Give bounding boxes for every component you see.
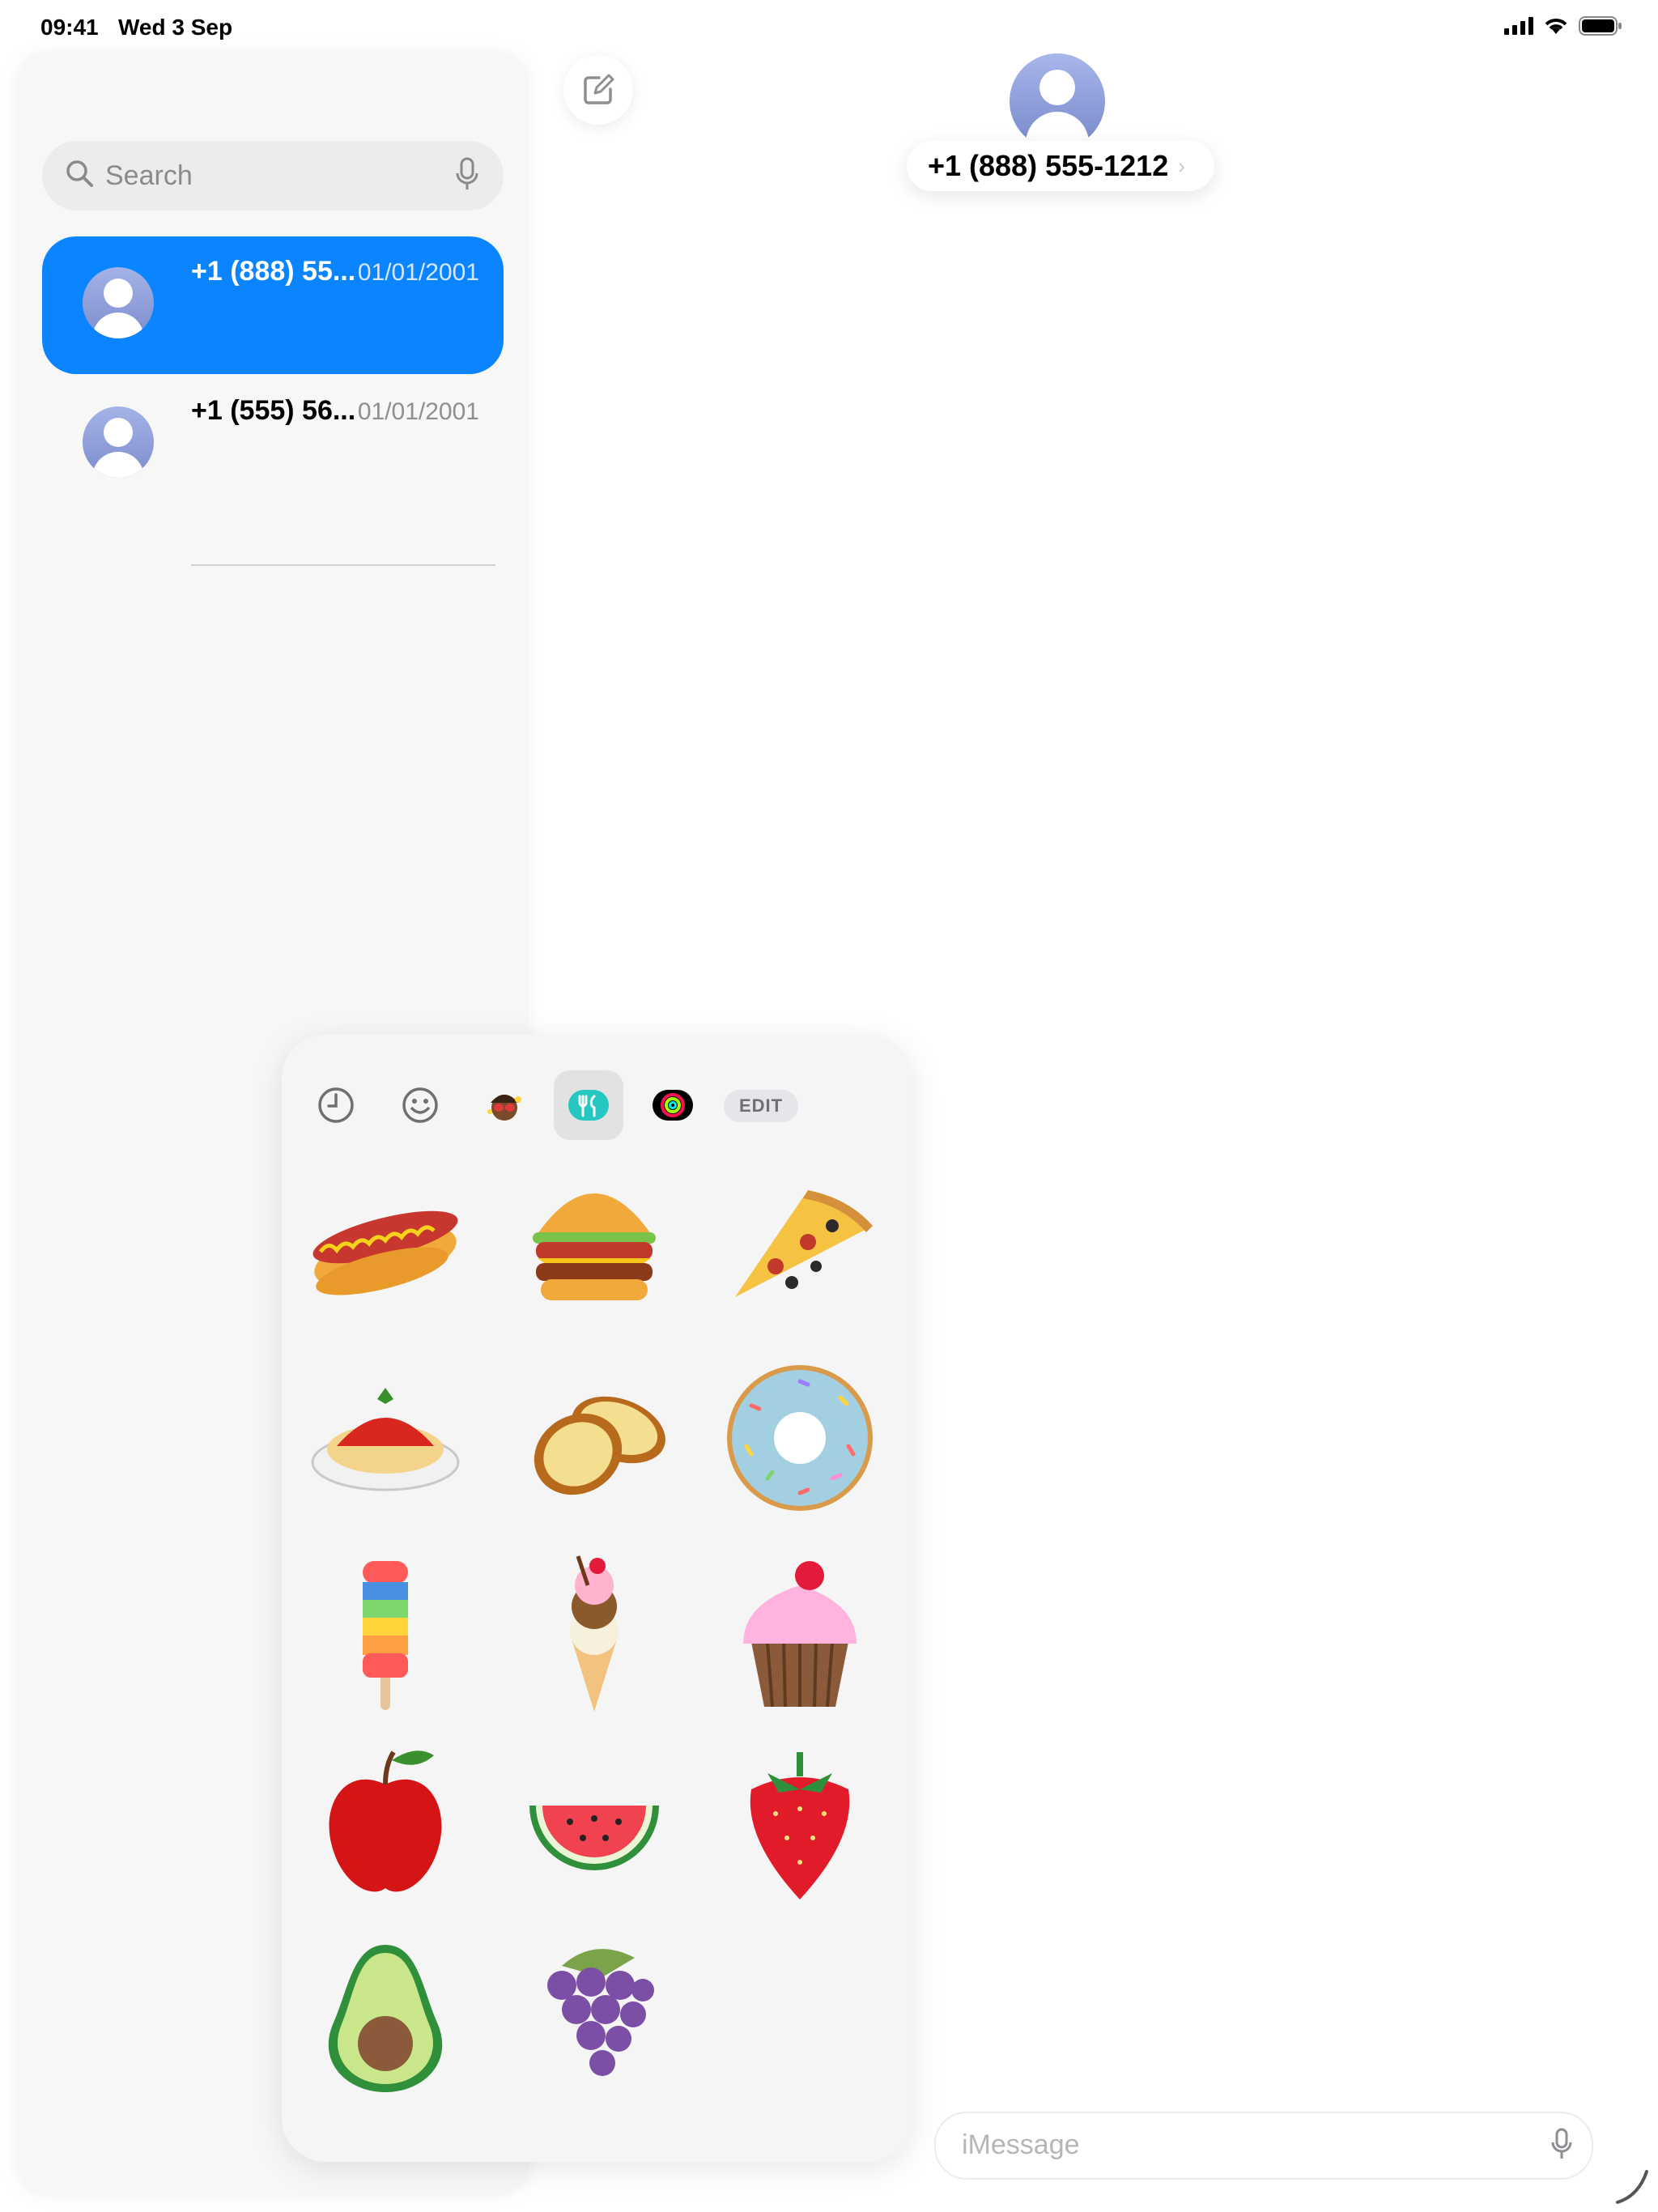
list-divider — [191, 564, 495, 566]
tab-food-stickers[interactable] — [554, 1070, 623, 1140]
conversation-name: +1 (888) 55... — [191, 256, 356, 287]
compose-icon — [584, 74, 614, 104]
edit-button[interactable]: EDIT — [724, 1090, 798, 1122]
microphone-icon[interactable] — [1551, 2128, 1572, 2160]
status-icons — [1504, 16, 1622, 36]
contact-name-button[interactable]: +1 (888) 555-1212 › — [907, 141, 1214, 191]
tab-recents[interactable] — [301, 1070, 371, 1140]
popsicle-sticker[interactable] — [304, 1553, 466, 1715]
search-placeholder: Search — [105, 160, 193, 191]
hot-dog-sticker[interactable] — [304, 1161, 466, 1323]
apple-sticker[interactable] — [304, 1741, 466, 1903]
resize-handle-icon — [1616, 2170, 1648, 2204]
tab-activity[interactable] — [638, 1070, 708, 1140]
avocado-sticker[interactable] — [304, 1933, 466, 2095]
watermelon-sticker[interactable] — [513, 1741, 675, 1903]
cupcake-sticker[interactable] — [719, 1553, 881, 1715]
grapes-sticker[interactable] — [513, 1933, 675, 2095]
compose-button[interactable] — [563, 55, 633, 125]
chevron-right-icon: › — [1178, 153, 1185, 178]
tab-memoji[interactable] — [470, 1070, 539, 1140]
tab-emoji[interactable] — [385, 1070, 455, 1140]
clock-icon — [318, 1087, 354, 1123]
status-bar: 09:41 Wed 3 Sep — [0, 0, 1658, 52]
status-time: 09:41 — [40, 15, 99, 40]
fork-knife-icon — [568, 1090, 609, 1121]
search-field[interactable]: Search — [42, 141, 504, 211]
donut-sticker[interactable] — [719, 1357, 881, 1519]
wifi-icon — [1545, 19, 1567, 34]
message-placeholder: iMessage — [962, 2129, 1080, 2160]
conversation-item[interactable]: +1 (555) 56... 01/01/2001 — [42, 376, 504, 513]
pizza-slice-sticker[interactable] — [719, 1161, 881, 1323]
conversation-date: 01/01/2001 — [357, 259, 479, 286]
contact-name: +1 (888) 555-1212 — [928, 149, 1169, 182]
message-input[interactable]: iMessage — [934, 2112, 1593, 2180]
signal-icon — [1504, 17, 1533, 35]
search-icon — [66, 160, 93, 187]
avatar — [83, 267, 154, 338]
smiley-icon — [402, 1087, 438, 1123]
spaghetti-sticker[interactable] — [304, 1357, 466, 1519]
burger-sticker[interactable] — [513, 1161, 675, 1323]
conversation-date: 01/01/2001 — [357, 398, 479, 425]
strawberry-sticker[interactable] — [719, 1741, 881, 1903]
avatar — [83, 406, 154, 478]
ice-cream-cone-sticker[interactable] — [513, 1553, 675, 1715]
memoji-icon — [487, 1095, 521, 1121]
conversation-name: +1 (555) 56... — [191, 395, 356, 426]
conversation-item[interactable]: +1 (888) 55... 01/01/2001 — [42, 236, 504, 374]
sticker-panel: EDIT — [282, 1035, 912, 2162]
status-date: Wed 3 Sep — [118, 15, 233, 40]
activity-rings-icon — [653, 1090, 693, 1121]
contact-avatar[interactable] — [1010, 53, 1105, 149]
battery-icon — [1579, 16, 1622, 36]
microphone-icon[interactable] — [455, 157, 479, 193]
garlic-bread-sticker[interactable] — [513, 1357, 675, 1519]
